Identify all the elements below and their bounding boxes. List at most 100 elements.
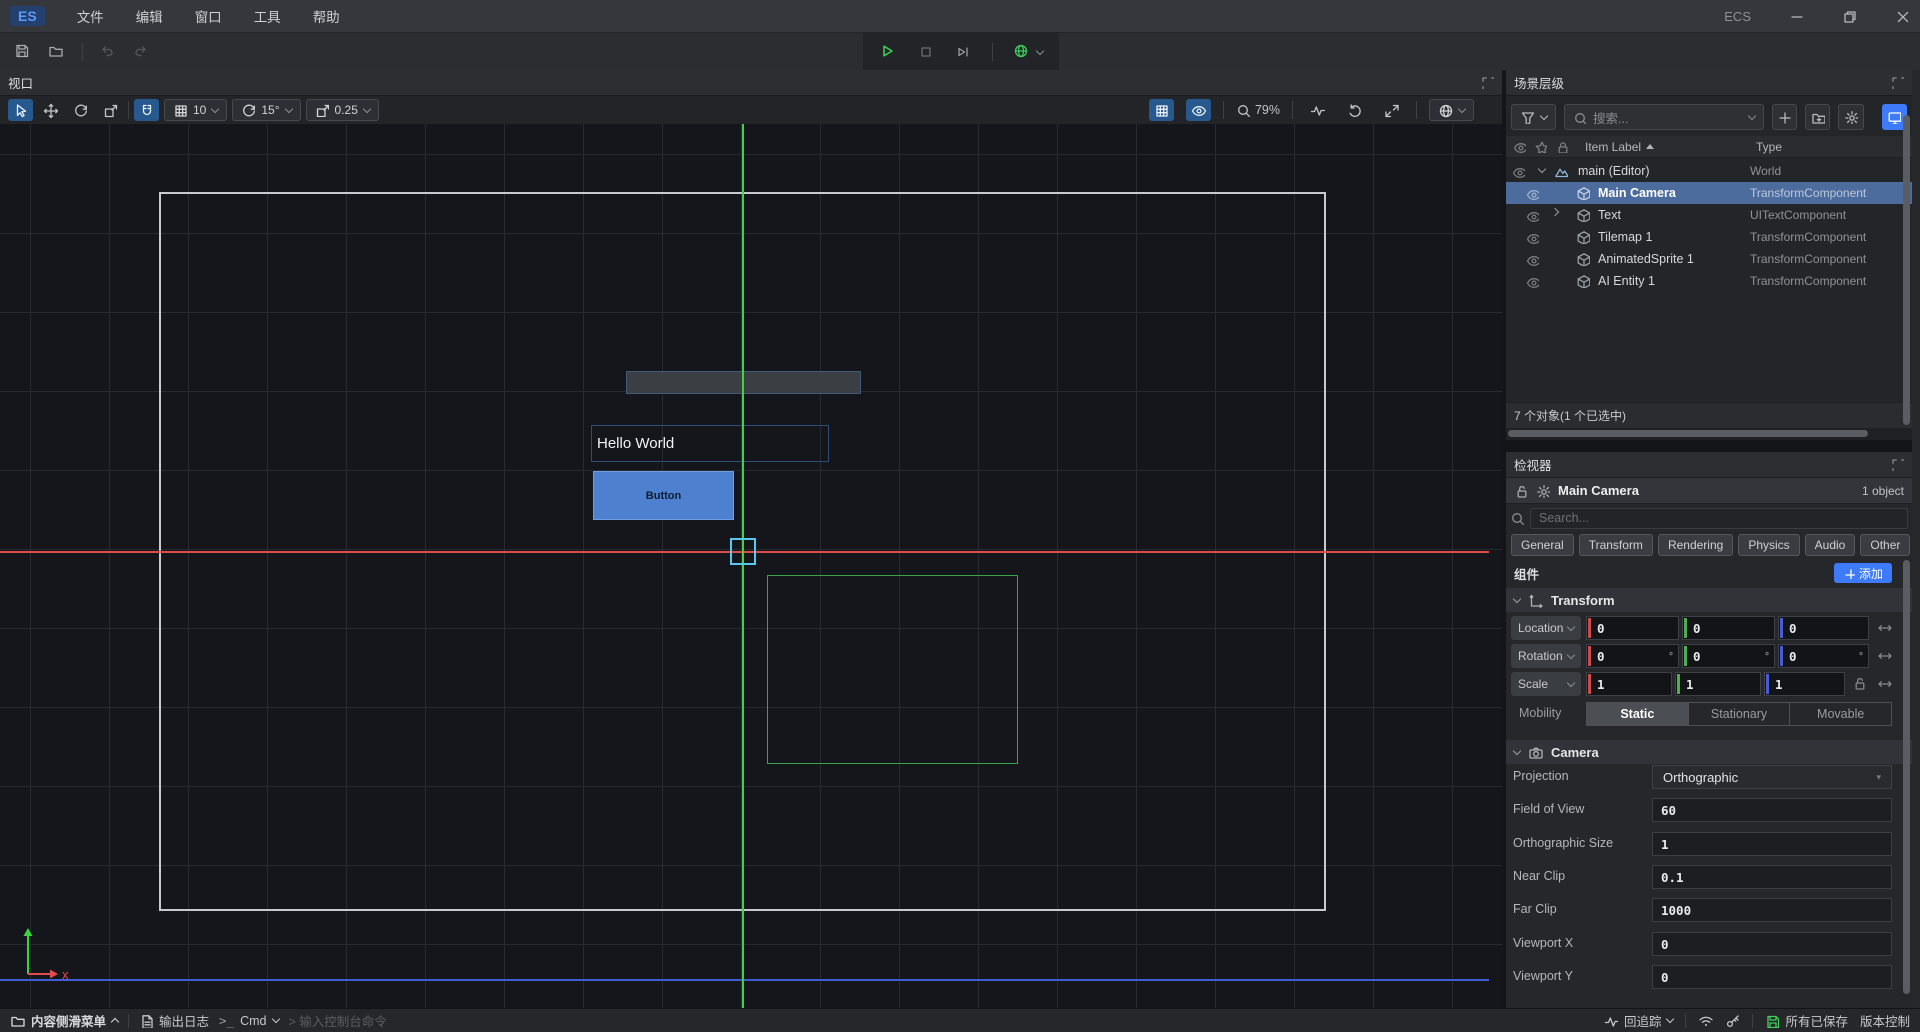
console-command-input[interactable]: > 输入控制台命令 <box>289 1011 387 1030</box>
visibility-toggle-button[interactable] <box>1186 99 1211 121</box>
rotation-x-input[interactable]: 0° <box>1586 644 1679 668</box>
lock-column-icon[interactable] <box>1555 140 1568 153</box>
panel-expand-icon[interactable] <box>1891 76 1904 89</box>
vertical-scrollbar[interactable] <box>1903 115 1910 425</box>
key-icon[interactable] <box>1725 1013 1740 1028</box>
eye-icon[interactable] <box>1526 253 1539 266</box>
undo-icon[interactable] <box>99 43 117 61</box>
scale-tool-button[interactable] <box>98 99 123 121</box>
stop-icon[interactable] <box>918 44 935 61</box>
add-component-button[interactable]: 添加 <box>1834 563 1892 583</box>
rotate-snap-dropdown[interactable]: 15° <box>232 99 300 121</box>
eye-column-icon[interactable] <box>1513 140 1526 153</box>
canvas-button[interactable]: Button <box>593 471 734 520</box>
eye-icon[interactable] <box>1512 165 1525 178</box>
backtrace-dropdown[interactable]: 回追踪 <box>1604 1011 1674 1030</box>
viewport-y-input[interactable]: 0 <box>1652 965 1892 989</box>
horizontal-scrollbar[interactable] <box>1506 428 1912 440</box>
close-button[interactable] <box>1895 9 1910 24</box>
scale-dropdown[interactable]: Scale <box>1511 672 1581 696</box>
tree-row-main[interactable]: main (Editor) World <box>1506 160 1912 182</box>
move-tool-button[interactable] <box>38 99 63 121</box>
maximize-button[interactable] <box>1842 9 1857 24</box>
camera-section-header[interactable]: Camera <box>1506 740 1912 764</box>
add-folder-button[interactable] <box>1805 104 1830 130</box>
rotation-z-input[interactable]: 0° <box>1778 644 1869 668</box>
panel-expand-icon[interactable] <box>1481 76 1494 89</box>
menu-window[interactable]: 窗口 <box>179 6 238 26</box>
location-dropdown[interactable]: Location <box>1511 616 1581 640</box>
filter-dropdown[interactable] <box>1511 104 1556 130</box>
mobility-stationary[interactable]: Stationary <box>1689 703 1791 725</box>
selection-box[interactable] <box>730 538 756 565</box>
link-arrows-icon[interactable] <box>1877 648 1892 663</box>
play-icon[interactable] <box>879 43 898 62</box>
version-control-button[interactable]: 版本控制 <box>1860 1011 1910 1030</box>
scale-x-input[interactable]: 1 <box>1586 672 1672 696</box>
grid-toggle-button[interactable] <box>1149 99 1174 121</box>
link-arrows-icon[interactable] <box>1877 676 1892 691</box>
transform-section-header[interactable]: Transform <box>1506 588 1912 612</box>
hierarchy-search-input[interactable]: 搜索... <box>1564 104 1764 130</box>
tree-row-main-camera[interactable]: Main Camera TransformComponent <box>1506 182 1912 204</box>
tab-transform[interactable]: Transform <box>1579 534 1653 556</box>
tab-physics[interactable]: Physics <box>1738 534 1799 556</box>
step-icon[interactable] <box>955 44 972 61</box>
app-logo[interactable]: ES <box>10 6 45 26</box>
viewport-x-input[interactable]: 0 <box>1652 932 1892 956</box>
lock-icon[interactable] <box>1514 484 1528 498</box>
column-type[interactable]: Type <box>1756 140 1782 154</box>
zoom-level[interactable]: 79% <box>1236 103 1280 117</box>
projection-select[interactable]: Orthographic▾ <box>1652 765 1892 789</box>
eye-icon[interactable] <box>1526 231 1539 244</box>
content-drawer-button[interactable]: 内容侧滑菜单 <box>10 1011 118 1030</box>
folder-open-icon[interactable] <box>48 43 66 61</box>
menu-help[interactable]: 帮助 <box>297 6 356 26</box>
far-clip-input[interactable]: 1000 <box>1652 898 1892 922</box>
column-item-label[interactable]: Item Label <box>1585 140 1654 154</box>
tree-row-ai-entity[interactable]: AI Entity 1 TransformComponent <box>1506 270 1912 292</box>
chevron-down-icon[interactable] <box>1538 165 1546 173</box>
globe-icon[interactable] <box>1013 43 1043 61</box>
near-clip-input[interactable]: 0.1 <box>1652 865 1892 889</box>
orthographic-size-input[interactable]: 1 <box>1652 832 1892 856</box>
output-log-button[interactable]: 输出日志 <box>139 1011 209 1030</box>
tree-row-tilemap[interactable]: Tilemap 1 TransformComponent <box>1506 226 1912 248</box>
vertical-scrollbar[interactable] <box>1903 560 1910 994</box>
location-z-input[interactable]: 0 <box>1778 616 1869 640</box>
location-y-input[interactable]: 0 <box>1682 616 1775 640</box>
scale-snap-dropdown[interactable]: 0.25 <box>306 99 379 121</box>
tree-row-animatedsprite[interactable]: AnimatedSprite 1 TransformComponent <box>1506 248 1912 270</box>
rotate-tool-button[interactable] <box>68 99 93 121</box>
hierarchy-settings-button[interactable] <box>1838 104 1863 130</box>
eye-icon[interactable] <box>1526 187 1539 200</box>
mobility-movable[interactable]: Movable <box>1790 703 1891 725</box>
hello-world-text[interactable]: Hello World <box>591 425 829 462</box>
lock-icon[interactable] <box>1852 676 1866 690</box>
minimize-button[interactable] <box>1789 9 1804 24</box>
mobility-static[interactable]: Static <box>1587 703 1689 725</box>
snap-magnet-button[interactable] <box>134 99 159 121</box>
link-arrows-icon[interactable] <box>1877 620 1892 635</box>
select-tool-button[interactable] <box>8 99 33 121</box>
gear-icon[interactable] <box>1536 484 1550 498</box>
tab-general[interactable]: General <box>1511 534 1574 556</box>
tab-other[interactable]: Other <box>1860 534 1910 556</box>
tab-rendering[interactable]: Rendering <box>1658 534 1733 556</box>
redo-icon[interactable] <box>133 43 151 61</box>
cmd-dropdown[interactable]: >_ Cmd <box>219 1013 278 1028</box>
chevron-right-icon[interactable] <box>1551 208 1559 216</box>
menu-edit[interactable]: 编辑 <box>120 6 179 26</box>
save-status[interactable]: 所有已保存 <box>1765 1011 1848 1030</box>
add-item-button[interactable] <box>1772 104 1797 130</box>
rotation-y-input[interactable]: 0° <box>1682 644 1775 668</box>
save-icon[interactable] <box>14 43 32 61</box>
eye-icon[interactable] <box>1526 275 1539 288</box>
rotation-dropdown[interactable]: Rotation <box>1511 644 1581 668</box>
menu-tools[interactable]: 工具 <box>238 6 297 26</box>
expand-view-button[interactable] <box>1379 99 1404 121</box>
stats-pulse-button[interactable] <box>1305 99 1330 121</box>
eye-icon[interactable] <box>1526 209 1539 222</box>
scale-z-input[interactable]: 1 <box>1764 672 1845 696</box>
reset-view-button[interactable] <box>1342 99 1367 121</box>
